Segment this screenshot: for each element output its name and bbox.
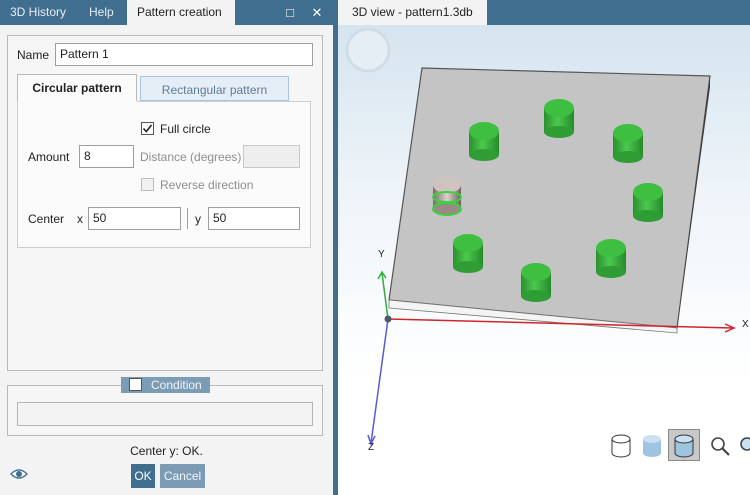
eye-icon[interactable]	[10, 467, 28, 481]
center-x-input[interactable]: 50	[88, 207, 181, 230]
ok-button[interactable]: OK	[131, 464, 155, 488]
condition-checkbox[interactable]	[129, 378, 142, 391]
distance-label: Distance (degrees)	[140, 150, 242, 164]
full-circle-checkbox[interactable]	[141, 122, 154, 135]
y-axis-label: Y	[378, 249, 385, 260]
tab-circular-pattern[interactable]: Circular pattern	[17, 74, 137, 102]
maximize-icon[interactable]: □	[280, 0, 300, 25]
zoom-icon[interactable]	[709, 435, 731, 457]
amount-label: Amount	[28, 150, 70, 164]
name-input[interactable]: Pattern 1	[55, 43, 313, 66]
tab-divider	[137, 101, 311, 102]
3d-scene	[345, 27, 736, 446]
check-icon	[142, 124, 153, 133]
reverse-direction-checkbox[interactable]	[141, 178, 154, 191]
zoom-all-icon[interactable]	[738, 435, 750, 457]
center-label: Center	[28, 212, 65, 226]
center-y-input[interactable]: 50	[208, 207, 300, 230]
3d-viewport[interactable]: Y X Z	[338, 25, 750, 495]
cylinder-2	[613, 124, 643, 163]
cylinder-5	[521, 263, 551, 302]
tab-3d-view[interactable]: 3D view - pattern1.3db	[338, 0, 487, 25]
distance-input[interactable]	[243, 145, 300, 168]
cylinder-3	[633, 183, 663, 222]
status-text: Center y: OK.	[130, 444, 203, 458]
condition-label: Condition	[151, 378, 202, 392]
shaded-icon[interactable]	[641, 433, 663, 459]
cylinder-4	[596, 239, 626, 278]
center-separator	[187, 208, 188, 229]
tab-help[interactable]: Help	[79, 0, 124, 25]
tab-3d-history[interactable]: 3D History	[0, 0, 76, 25]
name-label: Name	[17, 48, 50, 62]
cancel-button[interactable]: Cancel	[160, 464, 205, 488]
tab-pattern-creation[interactable]: Pattern creation	[127, 0, 235, 25]
center-y-label: y	[195, 212, 201, 226]
reverse-direction-label: Reverse direction	[160, 178, 254, 192]
tab-rectangular-pattern[interactable]: Rectangular pattern	[140, 76, 289, 101]
center-x-label: x	[77, 212, 83, 226]
orbit-disk[interactable]	[345, 27, 391, 73]
wireframe-icon[interactable]	[610, 433, 632, 459]
amount-input[interactable]: 8	[79, 145, 134, 168]
cylinder-6	[453, 234, 483, 273]
eye-icon-graphic	[10, 469, 28, 479]
z-axis	[370, 318, 389, 444]
y-axis	[381, 272, 389, 320]
x-axis-label: X	[742, 319, 749, 330]
origin-point	[384, 315, 392, 323]
shaded-edges-icon[interactable]	[668, 429, 700, 461]
cylinder-selected	[432, 177, 462, 216]
full-circle-label: Full circle	[160, 122, 211, 136]
close-icon[interactable]: ✕	[307, 0, 327, 25]
condition-input[interactable]	[17, 402, 313, 426]
cylinder-7	[469, 122, 499, 161]
cylinder-1	[544, 99, 574, 138]
z-axis-label: Z	[368, 442, 375, 453]
